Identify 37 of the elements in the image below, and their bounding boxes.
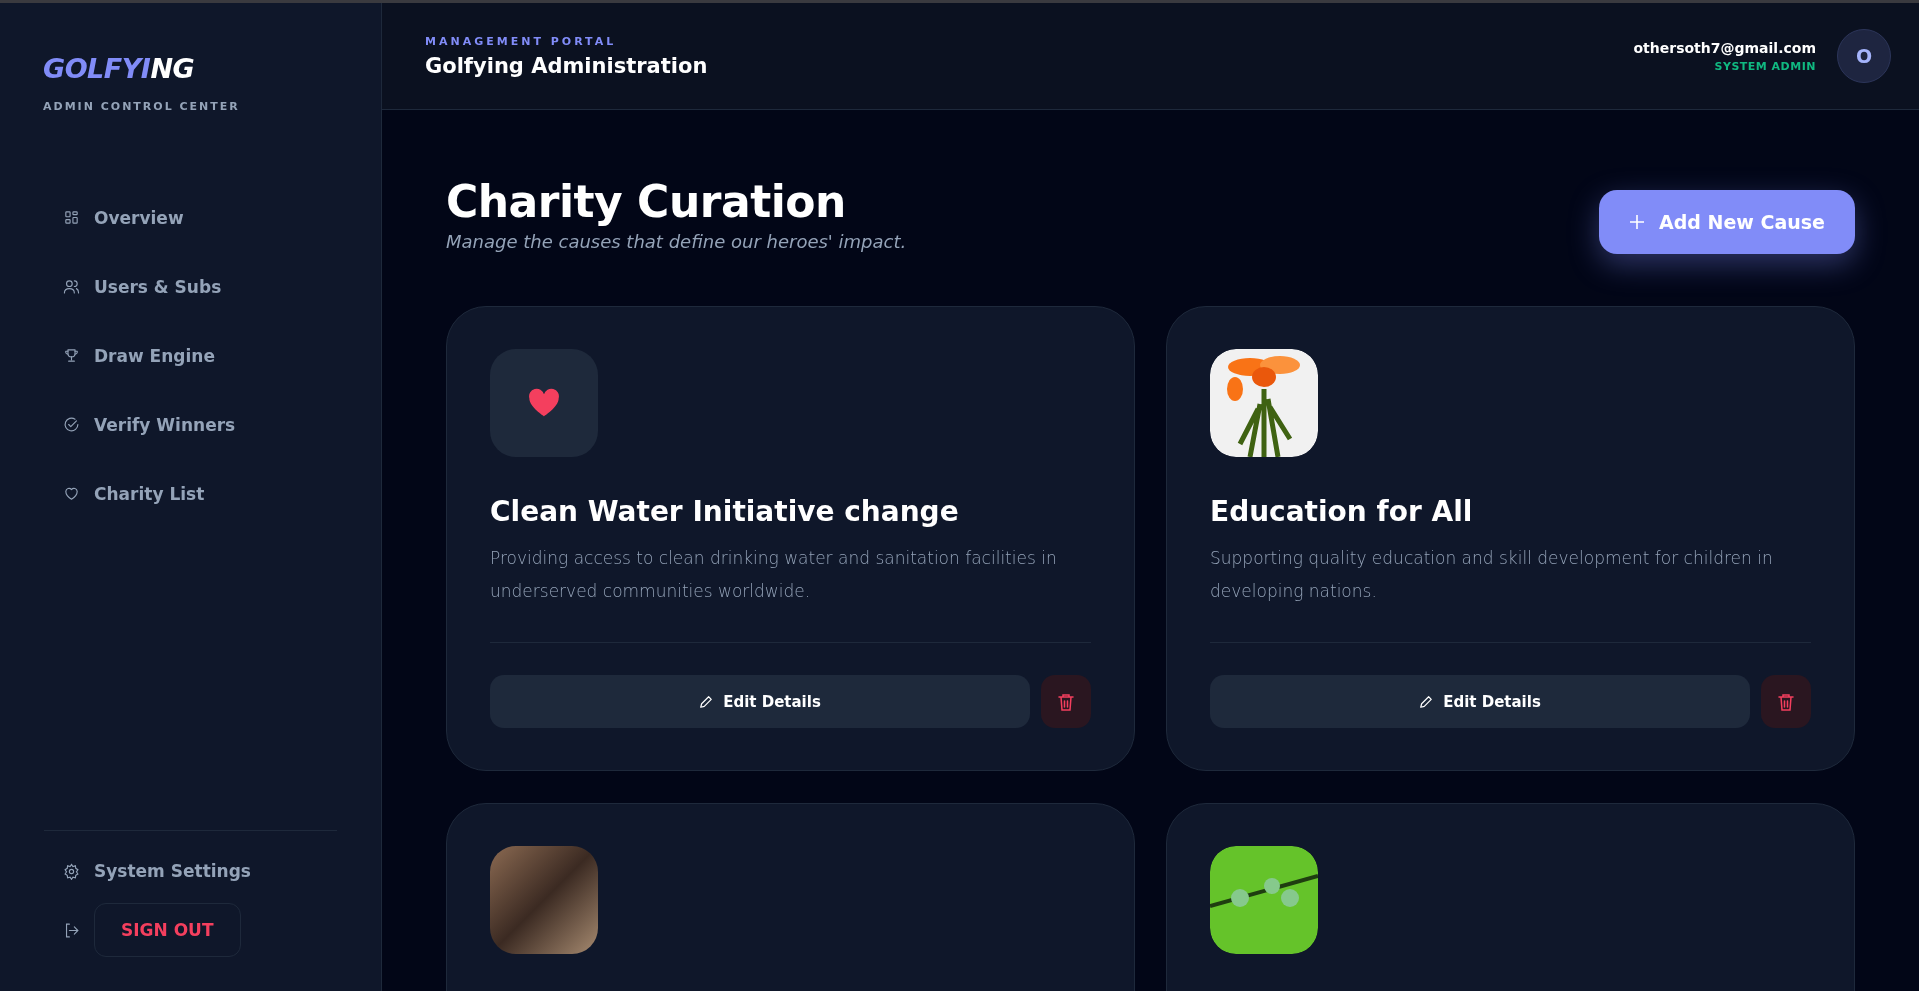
users-icon xyxy=(63,278,80,295)
nav-item[interactable]: Verify Winners xyxy=(0,390,381,459)
heart-icon xyxy=(528,388,560,418)
cause-description: Providing access to clean drinking water and sanitation facilities in underserved communities worldwide. xyxy=(490,547,1058,603)
edit-details-button[interactable]: Edit Details xyxy=(490,675,1030,728)
check-icon xyxy=(63,416,80,433)
portal-label: MANAGEMENT PORTAL xyxy=(425,34,618,48)
nav-item[interactable]: Overview xyxy=(0,183,381,252)
settings-link[interactable]: System Settings xyxy=(94,861,251,881)
settings-icon xyxy=(63,862,80,880)
trash-icon xyxy=(1058,692,1074,711)
cause-title: Clean Water Initiative change xyxy=(490,495,960,528)
logo-subtitle: ADMIN CONTROL CENTER xyxy=(43,100,241,113)
nav-item[interactable]: Charity List xyxy=(0,459,381,528)
page-subtitle: Manage the causes that define our heroes' impact. xyxy=(446,231,907,252)
cause-description: Supporting quality education and skill development for children in developing nations. xyxy=(1210,547,1774,603)
logout-icon xyxy=(63,921,80,939)
delete-button[interactable] xyxy=(1041,675,1091,728)
trophy-icon xyxy=(63,347,80,364)
user-role: SYSTEM ADMIN xyxy=(1713,59,1816,73)
user-email: othersoth7@gmail.com xyxy=(1633,39,1816,56)
plus-icon xyxy=(1629,214,1646,230)
logo: GOLFYING xyxy=(43,53,196,84)
grid-icon xyxy=(63,209,80,226)
user-avatar[interactable]: O xyxy=(1837,29,1891,83)
nav-item[interactable]: Users & Subs xyxy=(0,252,381,321)
edit-details-button[interactable]: Edit Details xyxy=(1210,675,1750,728)
page-title: Charity Curation xyxy=(446,176,847,227)
nav-item[interactable]: Draw Engine xyxy=(0,321,381,390)
cause-title: Education for All xyxy=(1210,495,1474,528)
sign-out-button[interactable]: SIGN OUT xyxy=(94,903,241,957)
portal-title: Golfying Administration xyxy=(425,53,708,78)
pencil-icon xyxy=(699,694,714,709)
pencil-icon xyxy=(1419,694,1434,709)
delete-button[interactable] xyxy=(1761,675,1811,728)
heart-icon xyxy=(63,485,80,502)
trash-icon xyxy=(1778,692,1794,711)
